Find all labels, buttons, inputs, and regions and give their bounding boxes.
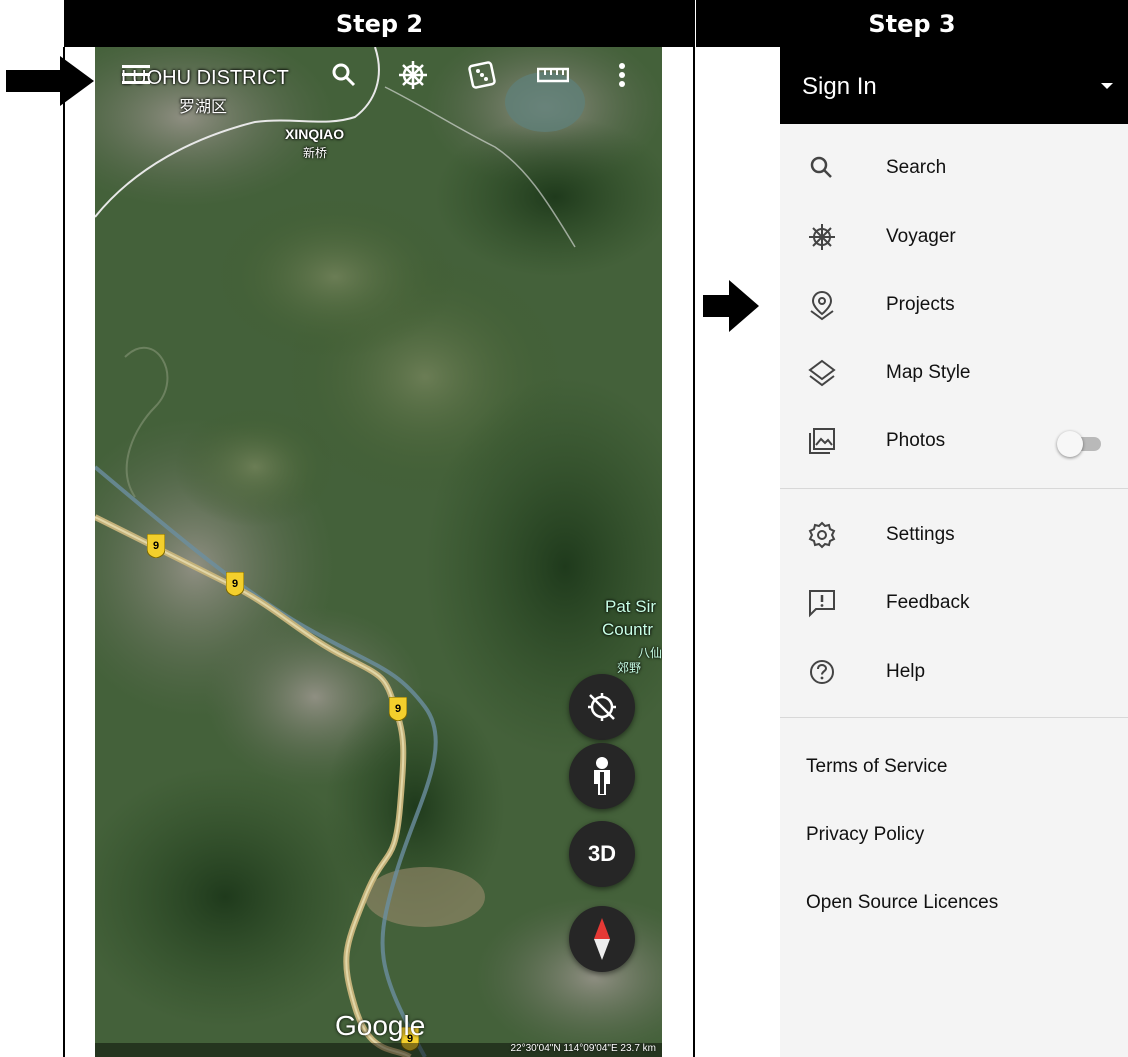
dice-icon[interactable] bbox=[466, 59, 498, 91]
menu-item-label: Help bbox=[886, 661, 926, 682]
pegman-button[interactable] bbox=[569, 743, 635, 809]
pegman-icon bbox=[594, 757, 610, 795]
toggle-knob bbox=[1057, 431, 1083, 457]
menu-item-label: Search bbox=[886, 157, 947, 178]
menu-item-label: Map Style bbox=[886, 362, 971, 383]
compass-button[interactable] bbox=[569, 906, 635, 972]
menu-item-label: Photos bbox=[886, 430, 946, 451]
arrow-right-icon bbox=[703, 280, 759, 332]
sign-in-header[interactable]: Sign In bbox=[780, 47, 1128, 124]
menu-item-map-style[interactable]: Map Style bbox=[780, 343, 1128, 403]
menu-item-settings[interactable]: Settings bbox=[780, 505, 1128, 565]
step-2-header: Step 2 bbox=[64, 0, 695, 47]
3d-button[interactable]: 3D bbox=[569, 821, 635, 887]
menu-icon[interactable] bbox=[120, 59, 152, 91]
xinqiao-label-cn: 新桥 bbox=[303, 146, 328, 160]
menu-item-label: Projects bbox=[886, 294, 955, 315]
help-icon bbox=[810, 660, 834, 684]
step-3-header: Step 3 bbox=[696, 0, 1128, 47]
menu-item-voyager[interactable]: Voyager bbox=[780, 207, 1128, 267]
route-badge: 9 bbox=[226, 572, 244, 596]
ruler-icon[interactable] bbox=[537, 59, 569, 91]
sign-in-label: Sign In bbox=[802, 73, 877, 100]
step-2-label: Step 2 bbox=[335, 9, 424, 38]
step-3-label: Step 3 bbox=[868, 9, 956, 38]
route-number: 9 bbox=[153, 540, 159, 552]
search-icon bbox=[810, 156, 832, 178]
coordinates-readout: 22°30'04"N 114°09'04"E 23.7 km bbox=[510, 1043, 657, 1054]
voyager-icon bbox=[809, 224, 835, 250]
privacy-policy-link[interactable]: Privacy Policy bbox=[806, 824, 924, 846]
layers-icon bbox=[808, 359, 836, 387]
park-label-cn: 八仙 bbox=[638, 646, 662, 660]
terms-of-service-link[interactable]: Terms of Service bbox=[806, 756, 947, 778]
search-icon[interactable] bbox=[328, 59, 360, 91]
compass-off-icon bbox=[588, 693, 616, 721]
projects-icon bbox=[810, 290, 834, 321]
xinqiao-label: XINQIAO bbox=[285, 126, 345, 142]
feedback-icon bbox=[809, 590, 835, 618]
menu-item-photos[interactable]: Photos bbox=[780, 411, 1128, 471]
route-number: 9 bbox=[232, 578, 238, 590]
divider-middle bbox=[693, 47, 695, 1057]
route-number: 9 bbox=[395, 703, 401, 715]
menu-item-projects[interactable]: Projects bbox=[780, 275, 1128, 335]
route-badge: 9 bbox=[147, 534, 165, 558]
menu-item-label: Settings bbox=[886, 524, 955, 545]
map-toolbar bbox=[95, 47, 662, 107]
gear-icon bbox=[808, 521, 836, 549]
photos-toggle[interactable] bbox=[1057, 431, 1103, 457]
divider-left bbox=[63, 47, 65, 1057]
menu-item-label: Voyager bbox=[886, 226, 956, 247]
compass-off-button[interactable] bbox=[569, 674, 635, 740]
menu-item-search[interactable]: Search bbox=[780, 138, 1128, 198]
menu-item-feedback[interactable]: Feedback bbox=[780, 573, 1128, 633]
photos-icon bbox=[809, 428, 835, 454]
open-source-licences-link[interactable]: Open Source Licences bbox=[806, 892, 998, 914]
compass-needle-icon bbox=[594, 918, 610, 960]
park-label: Pat Sir bbox=[605, 597, 657, 616]
side-menu: Sign In Search Voyager Projects Map Styl… bbox=[780, 47, 1128, 1057]
3d-label: 3D bbox=[587, 841, 617, 866]
more-vert-icon[interactable] bbox=[606, 59, 638, 91]
google-watermark: Google bbox=[335, 1010, 426, 1041]
voyager-icon[interactable] bbox=[397, 59, 429, 91]
dropdown-caret-icon bbox=[1101, 83, 1113, 89]
satellite-map[interactable]: 9 9 9 9 LUOHU DISTRICT 罗湖区 XINQIAO 新桥 Pa… bbox=[95, 47, 662, 1057]
menu-item-label: Feedback bbox=[886, 592, 970, 613]
route-badge: 9 bbox=[389, 697, 407, 721]
park-label: Countr bbox=[602, 620, 654, 639]
menu-divider bbox=[780, 717, 1128, 718]
menu-divider bbox=[780, 488, 1128, 489]
menu-item-help[interactable]: Help bbox=[780, 642, 1128, 702]
park-label-cn: 郊野 bbox=[617, 661, 642, 675]
arrow-right-icon bbox=[6, 56, 94, 106]
